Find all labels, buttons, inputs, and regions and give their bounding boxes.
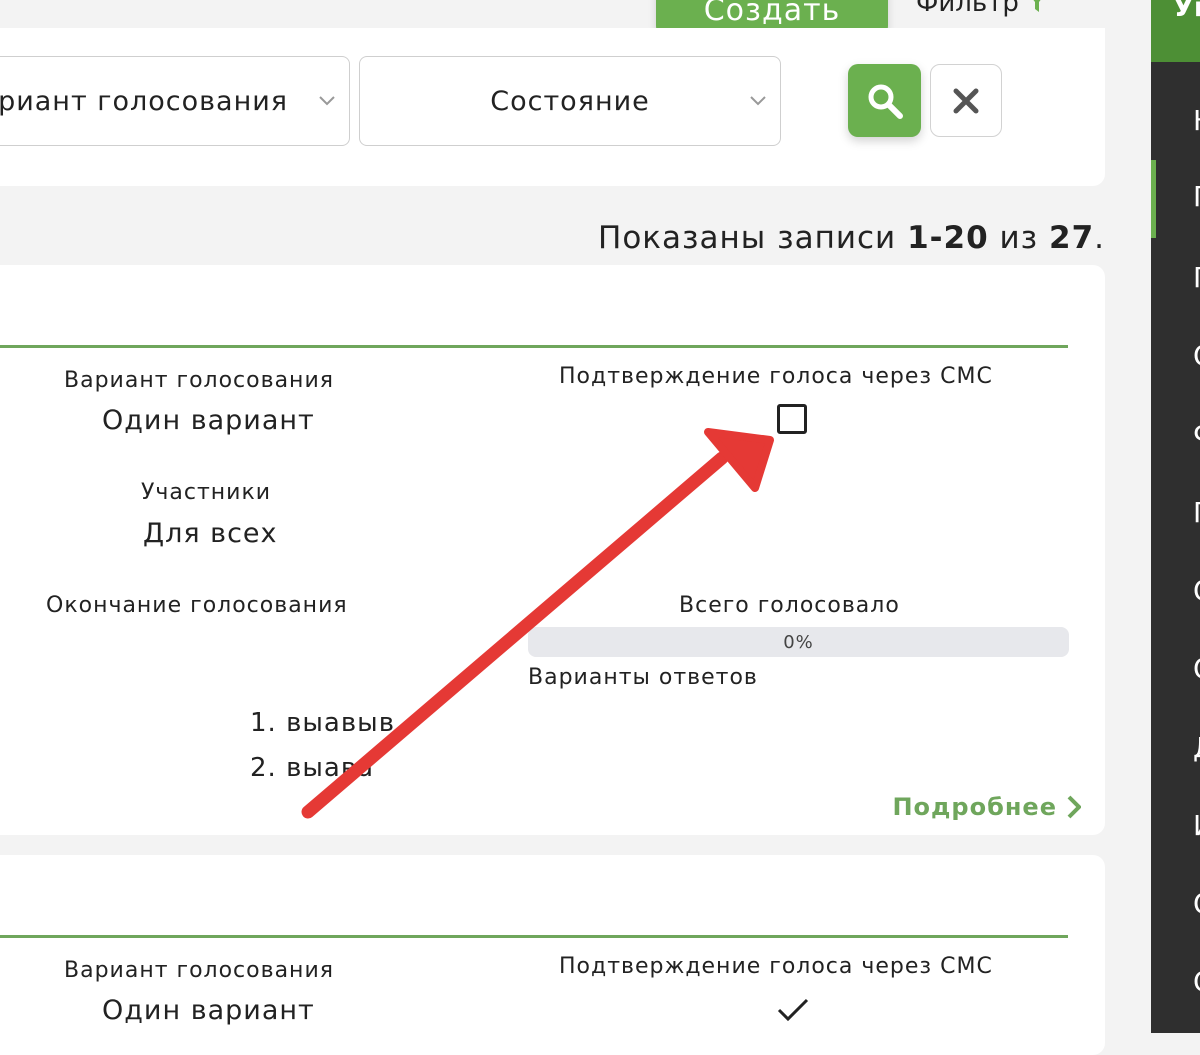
sms-confirmation-label: Подтверждение голоса через СМС bbox=[559, 954, 993, 979]
sidebar-header: Уп bbox=[1151, 0, 1200, 62]
close-icon bbox=[953, 88, 979, 113]
search-icon bbox=[868, 84, 903, 119]
list-item: 2. выава bbox=[250, 753, 375, 783]
records-counter: Показаны записи 1-20 из 27. bbox=[598, 220, 1105, 256]
participants-label: Участники bbox=[141, 480, 272, 505]
sidebar-header-title: Уп bbox=[1173, 0, 1200, 23]
voting-variant-label: Вариант голосования bbox=[64, 958, 334, 983]
card-divider bbox=[0, 345, 1068, 348]
voting-card: Вариант голосования Один вариант Подтвер… bbox=[0, 855, 1105, 1055]
reset-filter-button[interactable] bbox=[930, 64, 1002, 137]
details-link[interactable]: Подробнее bbox=[892, 793, 1081, 821]
progress-percent-text: 0% bbox=[783, 631, 814, 653]
sms-confirmation-checkbox bbox=[777, 404, 807, 434]
participants-value: Для всех bbox=[143, 518, 278, 549]
state-select[interactable]: Состояние bbox=[359, 56, 781, 146]
sidebar-item[interactable]: О bbox=[1193, 577, 1200, 605]
state-select-text: Состояние bbox=[490, 85, 650, 117]
filter-toggle-label: Фильтр bbox=[916, 0, 1019, 18]
sidebar-item[interactable]: П bbox=[1193, 183, 1200, 211]
sidebar-item[interactable]: О bbox=[1193, 890, 1200, 918]
records-counter-range: 1-20 bbox=[907, 220, 989, 256]
search-button[interactable] bbox=[848, 64, 921, 137]
sidebar-item[interactable]: Д bbox=[1193, 734, 1200, 762]
sidebar: Уп Н П П О Ф П О О Д И О С bbox=[1151, 0, 1200, 1033]
sidebar-item[interactable]: Н bbox=[1193, 107, 1200, 135]
voting-variant-value: Один вариант bbox=[102, 995, 315, 1026]
filter-toggle[interactable]: Фильтр bbox=[916, 0, 1047, 16]
voting-variant-select[interactable]: Вариант голосования bbox=[0, 56, 350, 146]
answer-options-label: Варианты ответов bbox=[528, 665, 758, 690]
sidebar-item[interactable]: С bbox=[1193, 968, 1200, 996]
sidebar-item[interactable]: И bbox=[1193, 812, 1200, 840]
chevron-right-icon bbox=[1067, 795, 1081, 819]
sidebar-active-indicator bbox=[1151, 160, 1156, 238]
details-link-label: Подробнее bbox=[892, 793, 1057, 821]
sidebar-item[interactable]: О bbox=[1193, 342, 1200, 370]
sidebar-item[interactable]: Ф bbox=[1193, 420, 1200, 448]
sidebar-item[interactable]: П bbox=[1193, 264, 1200, 292]
sidebar-item[interactable]: П bbox=[1193, 499, 1200, 527]
list-item: 1. выавыв bbox=[250, 708, 396, 738]
voting-card: Вариант голосования Один вариант Подтвер… bbox=[0, 265, 1105, 835]
chevron-down-icon bbox=[750, 96, 766, 106]
voting-variant-label: Вариант голосования bbox=[64, 368, 334, 393]
checkmark-icon bbox=[777, 998, 809, 1022]
records-counter-middle: из bbox=[999, 220, 1039, 256]
card-divider bbox=[0, 935, 1068, 938]
filter-panel: Вариант голосования Состояние bbox=[0, 28, 1105, 186]
voting-end-label: Окончание голосования bbox=[46, 593, 348, 618]
records-counter-total: 27 bbox=[1049, 220, 1095, 256]
voting-variant-value: Один вариант bbox=[102, 405, 315, 436]
voting-variant-select-text: Вариант голосования bbox=[0, 85, 289, 117]
total-voted-label: Всего голосовало bbox=[679, 593, 900, 618]
sms-confirmation-label: Подтверждение голоса через СМС bbox=[559, 364, 993, 389]
sidebar-item[interactable]: О bbox=[1193, 655, 1200, 683]
answer-options-list: 1. выавыв 2. выава bbox=[250, 701, 395, 791]
records-counter-suffix: . bbox=[1094, 220, 1105, 256]
records-counter-prefix: Показаны записи bbox=[598, 220, 897, 256]
total-voted-progress: 0% bbox=[528, 627, 1069, 657]
funnel-icon bbox=[1033, 0, 1041, 12]
chevron-down-icon bbox=[319, 96, 335, 106]
create-button-label: Создать bbox=[703, 0, 841, 28]
